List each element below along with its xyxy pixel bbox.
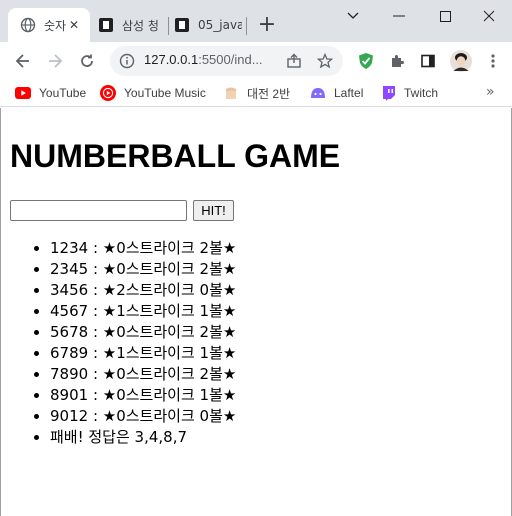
reload-icon[interactable] <box>73 47 101 75</box>
tab-title: 05_java <box>198 18 242 32</box>
new-tab-button[interactable]: + <box>254 13 280 39</box>
twitch-icon <box>380 85 396 101</box>
minimize-icon[interactable] <box>376 0 422 32</box>
guess-input[interactable] <box>10 200 187 221</box>
bookmark-daejeon[interactable]: 대전 2반 <box>223 84 290 102</box>
tab-samsung[interactable]: 삼성 청 <box>94 8 166 42</box>
tab-separator <box>246 17 247 35</box>
site-info-icon[interactable] <box>117 51 137 71</box>
folder-icon <box>223 85 239 101</box>
result-item: 4567 : ★1스트라이크 1볼★ <box>50 301 236 322</box>
bookmark-label: Twitch <box>404 86 439 100</box>
address-url: 127.0.0.1:5500/ind... <box>144 52 263 67</box>
result-item: 5678 : ★0스트라이크 2볼★ <box>50 322 236 343</box>
tab-separator <box>168 17 169 35</box>
result-item: 9012 : ★0스트라이크 0볼★ <box>50 406 236 427</box>
bookmark-twitch[interactable]: Twitch <box>380 84 438 102</box>
close-tab-icon[interactable]: ✕ <box>66 17 82 33</box>
result-item: 3456 : ★2스트라이크 0볼★ <box>50 280 236 301</box>
result-item: 7890 : ★0스트라이크 2볼★ <box>50 364 236 385</box>
page-viewport: NUMBERBALL GAME HIT! 1234 : ★0스트라이크 2볼★ … <box>0 108 512 516</box>
bookmark-label: YouTube <box>39 86 87 100</box>
globe-icon <box>20 17 36 33</box>
tab-strip: 숫자 ✕ 삼성 청 05_java + <box>0 0 512 42</box>
bookmark-star-icon[interactable] <box>315 51 335 71</box>
url-path: :5500/ind... <box>198 52 263 67</box>
laftel-icon <box>310 85 326 101</box>
forward-arrow-icon[interactable] <box>41 47 69 75</box>
share-icon[interactable] <box>284 51 304 71</box>
back-arrow-icon[interactable] <box>9 47 37 75</box>
bookmark-youtube[interactable]: YouTube <box>15 84 86 102</box>
menu-kebab-icon[interactable] <box>483 51 503 71</box>
result-final: 패배! 정답은 3,4,8,7 <box>50 427 236 448</box>
page-title: NUMBERBALL GAME <box>10 138 341 174</box>
tab-title: 삼성 청 <box>122 18 159 33</box>
result-item: 8901 : ★0스트라이크 1볼★ <box>50 385 236 406</box>
page-icon <box>98 17 114 33</box>
result-item: 6789 : ★1스트라이크 1볼★ <box>50 343 236 364</box>
extensions-puzzle-icon[interactable] <box>387 51 407 71</box>
hit-button[interactable]: HIT! <box>193 200 234 221</box>
tab-active[interactable]: 숫자 ✕ <box>8 8 90 42</box>
url-host: 127.0.0.1 <box>144 52 199 67</box>
results-list: 1234 : ★0스트라이크 2볼★ 2345 : ★0스트라이크 2볼★ 34… <box>50 238 236 448</box>
bookmarks-overflow-button[interactable]: » <box>486 84 495 100</box>
tab-java[interactable]: 05_java <box>172 8 246 42</box>
close-window-icon[interactable] <box>466 0 512 32</box>
youtube-music-icon <box>100 85 116 101</box>
side-panel-icon[interactable] <box>418 51 438 71</box>
tab-search-icon[interactable] <box>330 0 376 32</box>
bookmark-label: 대전 2반 <box>247 86 291 101</box>
bookmark-laftel[interactable]: Laftel <box>310 84 363 102</box>
shield-extension-icon[interactable] <box>356 51 376 71</box>
bookmark-label: YouTube Music <box>124 86 206 100</box>
profile-avatar[interactable] <box>450 50 472 72</box>
maximize-icon[interactable] <box>422 0 468 32</box>
bookmark-label: Laftel <box>334 86 364 100</box>
result-item: 2345 : ★0스트라이크 2볼★ <box>50 259 236 280</box>
youtube-icon <box>15 85 31 101</box>
bookmark-youtube-music[interactable]: YouTube Music <box>100 84 206 102</box>
result-item: 1234 : ★0스트라이크 2볼★ <box>50 238 236 259</box>
page-icon <box>174 17 190 33</box>
